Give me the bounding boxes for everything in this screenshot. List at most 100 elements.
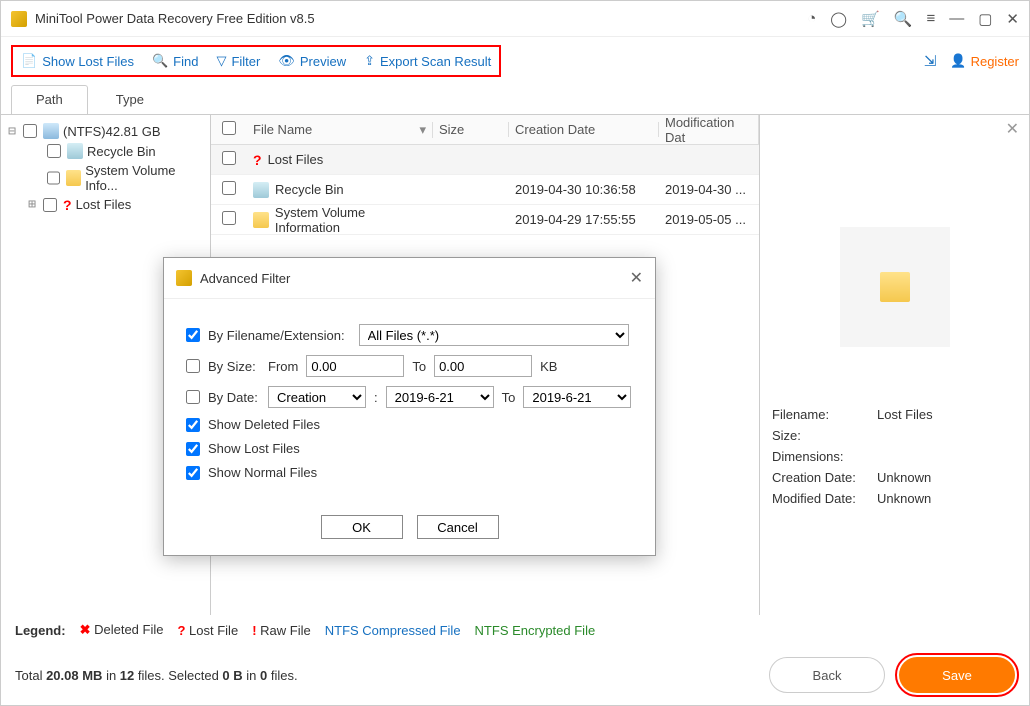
tree-root-check[interactable] — [23, 124, 37, 138]
kb-label: KB — [540, 359, 557, 374]
tree-recycle-label: Recycle Bin — [87, 144, 156, 159]
tree-recycle[interactable]: Recycle Bin — [7, 141, 204, 161]
statusbar: Total 20.08 MB in 12 files. Selected 0 B… — [1, 645, 1029, 705]
show-lost-files-button[interactable]: 📄 Show Lost Files — [21, 53, 134, 69]
by-date-check[interactable] — [186, 390, 200, 404]
legend-deleted: Deleted File — [94, 622, 163, 637]
table-row[interactable]: System Volume Information 2019-04-29 17:… — [211, 205, 759, 235]
col-cdate-header[interactable]: Creation Date — [509, 122, 659, 137]
cart-icon[interactable]: 🛒 — [861, 10, 880, 28]
find-button[interactable]: 🔍 Find — [152, 53, 198, 69]
by-size-label: By Size: — [208, 359, 260, 374]
show-normal-label: Show Normal Files — [208, 465, 317, 480]
register-button[interactable]: 👤 Register — [950, 53, 1019, 69]
expander-icon[interactable]: ⊟ — [7, 124, 17, 139]
maximize-icon[interactable]: ▢ — [978, 10, 992, 28]
meta-label: Modified Date: — [772, 491, 877, 506]
search-icon: 🔍 — [152, 53, 168, 69]
legend-ntfs-enc: NTFS Encrypted File — [475, 623, 596, 638]
to-label: To — [412, 359, 426, 374]
filter-button[interactable]: ▽ Filter — [216, 53, 260, 69]
preview-pane: ✕ Filename:Lost Files Size: Dimensions: … — [759, 115, 1029, 615]
size-to-input[interactable] — [434, 355, 532, 377]
show-deleted-check[interactable] — [186, 418, 200, 432]
date-type-select[interactable]: Creation — [268, 386, 366, 408]
toolbar: 📄 Show Lost Files 🔍 Find ▽ Filter 👁 Prev… — [11, 45, 501, 77]
legend: Legend: ✖ Deleted File ? Lost File ! Raw… — [1, 615, 1029, 645]
minimize-icon[interactable]: — — [949, 10, 964, 27]
tab-type[interactable]: Type — [91, 85, 169, 114]
meta-value: Unknown — [877, 470, 931, 485]
by-filename-check[interactable] — [186, 328, 200, 342]
x-icon: ✖ — [80, 622, 91, 637]
expander-icon[interactable]: ⊞ — [27, 197, 37, 212]
close-icon[interactable]: ✕ — [1006, 10, 1019, 28]
row-mdate: 2019-04-30 ... — [659, 182, 759, 197]
tree-root-label: (NTFS)42.81 GB — [63, 124, 161, 139]
tabs: Path Type — [1, 85, 1029, 115]
dialog-close-icon[interactable]: ✕ — [630, 268, 643, 288]
col-size-header[interactable]: Size — [433, 122, 509, 137]
share-icon[interactable]: ⇲ — [924, 52, 937, 70]
to-label: To — [502, 390, 516, 405]
advanced-filter-dialog: Advanced Filter ✕ By Filename/Extension:… — [163, 257, 656, 556]
tree-lost-check[interactable] — [43, 198, 57, 212]
size-from-input[interactable] — [306, 355, 404, 377]
row-name: Lost Files — [268, 152, 324, 167]
row-check[interactable] — [222, 181, 236, 195]
preview-label: Preview — [300, 54, 346, 69]
tab-path[interactable]: Path — [11, 85, 88, 114]
register-label: Register — [971, 54, 1019, 69]
show-normal-check[interactable] — [186, 466, 200, 480]
show-lost-files-label: Show Lost Files — [42, 54, 134, 69]
row-check[interactable] — [222, 211, 236, 225]
tree-recycle-check[interactable] — [47, 144, 61, 158]
by-size-check[interactable] — [186, 359, 200, 373]
row-cdate: 2019-04-30 10:36:58 — [509, 182, 659, 197]
table-row[interactable]: Recycle Bin 2019-04-30 10:36:58 2019-04-… — [211, 175, 759, 205]
tree-root[interactable]: ⊟ (NTFS)42.81 GB — [7, 121, 204, 141]
meta-value: Lost Files — [877, 407, 933, 422]
tree-lost[interactable]: ⊞ ? Lost Files — [7, 195, 204, 214]
filename-select[interactable]: All Files (*.*) — [359, 324, 629, 346]
export-button[interactable]: ⇪ Export Scan Result — [364, 53, 491, 69]
back-button[interactable]: Back — [769, 657, 885, 693]
export-icon: ⇪ — [364, 53, 375, 69]
meta-label: Creation Date: — [772, 470, 877, 485]
cancel-button[interactable]: Cancel — [417, 515, 499, 539]
col-mdate-header[interactable]: Modification Dat — [659, 115, 759, 145]
show-lost-check[interactable] — [186, 442, 200, 456]
folder-icon — [880, 272, 910, 302]
col-name-header[interactable]: File Name▾ — [247, 122, 433, 138]
main: ⊟ (NTFS)42.81 GB Recycle Bin System Volu… — [1, 115, 1029, 615]
preview-close-icon[interactable]: ✕ — [1006, 119, 1019, 139]
select-all-check[interactable] — [222, 121, 236, 135]
date-from-select[interactable]: 2019-6-21 — [386, 386, 494, 408]
row-check[interactable] — [222, 151, 236, 165]
show-lost-label: Show Lost Files — [208, 441, 300, 456]
date-to-select[interactable]: 2019-6-21 — [523, 386, 631, 408]
app-icon — [176, 270, 192, 286]
status-text: Total 20.08 MB in 12 files. Selected 0 B… — [15, 668, 298, 683]
meta-label: Dimensions: — [772, 449, 877, 464]
by-date-label: By Date: — [208, 390, 260, 405]
recycle-icon — [67, 143, 83, 159]
save-button[interactable]: Save — [899, 657, 1015, 693]
tree-sysvol-check[interactable] — [47, 171, 60, 185]
dialog-title: Advanced Filter — [200, 271, 630, 286]
document-x-icon: 📄 — [21, 53, 37, 69]
help-icon[interactable]: ◯ — [830, 10, 847, 28]
account-icon[interactable]: ◔ — [807, 10, 816, 27]
legend-ntfs-comp: NTFS Compressed File — [325, 623, 461, 638]
meta-value: Unknown — [877, 491, 931, 506]
tree-sysvol[interactable]: System Volume Info... — [7, 161, 204, 195]
legend-raw: Raw File — [260, 623, 311, 638]
preview-button[interactable]: 👁 Preview — [278, 53, 346, 69]
tree-lost-label: Lost Files — [76, 197, 132, 212]
menu-icon[interactable]: ≡ — [926, 10, 935, 27]
eye-icon: 👁 — [278, 53, 295, 69]
ok-button[interactable]: OK — [321, 515, 403, 539]
table-row[interactable]: ?Lost Files — [211, 145, 759, 175]
find-label: Find — [173, 54, 198, 69]
key-icon[interactable]: 🔍 — [894, 10, 913, 28]
